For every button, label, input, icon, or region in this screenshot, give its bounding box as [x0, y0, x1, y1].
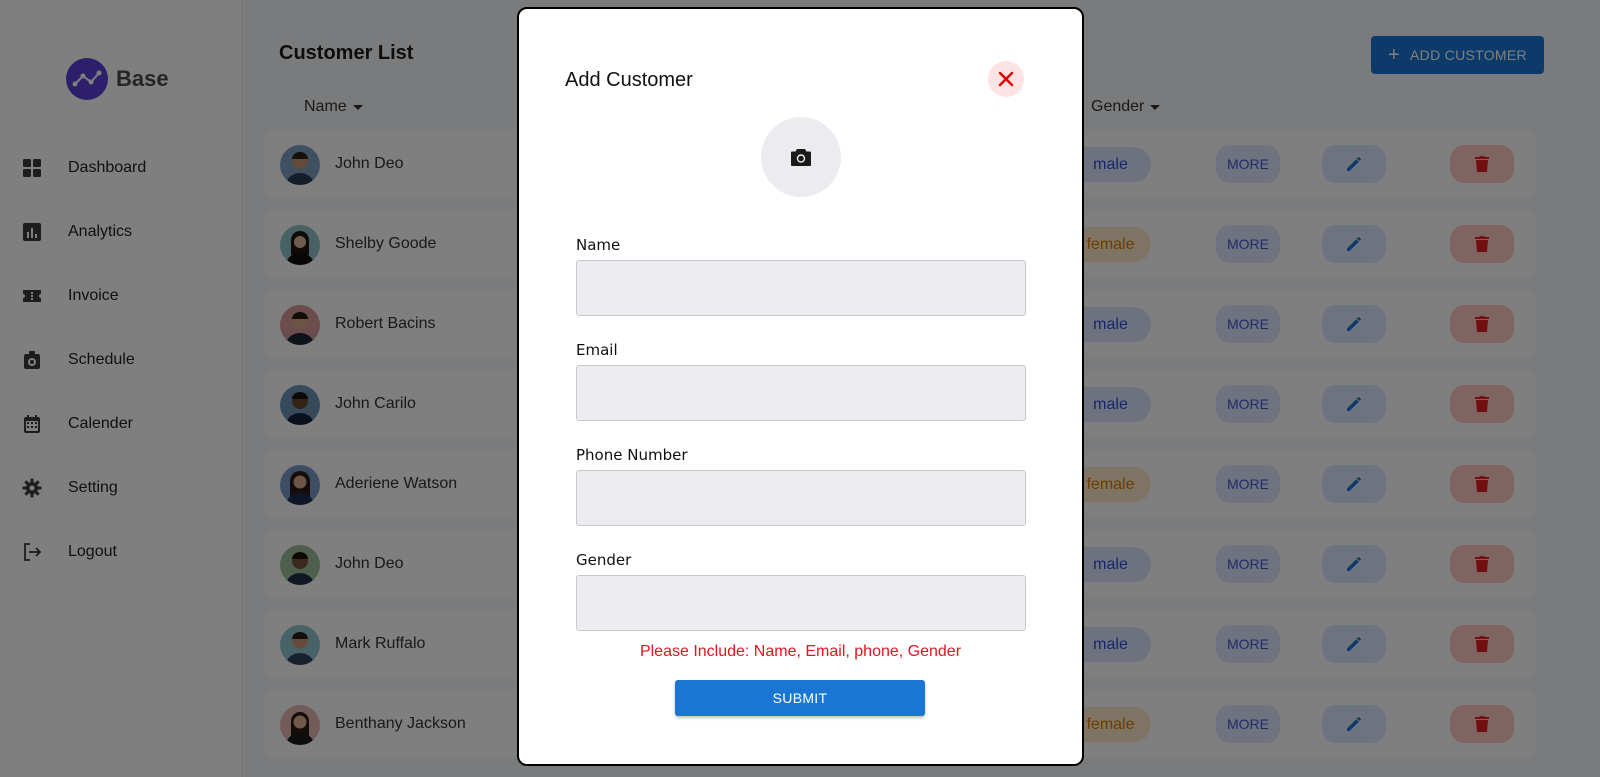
validation-error: Please Include: Name, Email, phone, Gend… — [639, 643, 962, 660]
name-field[interactable] — [576, 260, 1026, 316]
gender-field-label: Gender — [576, 551, 632, 569]
add-customer-modal: Add Customer Name Email Phone Number Gen… — [517, 7, 1084, 766]
name-field-label: Name — [576, 236, 621, 254]
upload-photo-button[interactable] — [761, 117, 841, 197]
email-field[interactable] — [576, 365, 1026, 421]
gender-field[interactable] — [576, 575, 1026, 631]
phone-field-label: Phone Number — [576, 446, 688, 464]
submit-button[interactable]: SUBMIT — [675, 680, 925, 716]
close-button[interactable] — [988, 61, 1024, 97]
phone-field[interactable] — [576, 470, 1026, 526]
camera-icon — [791, 149, 811, 166]
close-icon — [998, 71, 1014, 87]
email-field-label: Email — [576, 341, 618, 359]
modal-title: Add Customer — [565, 69, 693, 91]
